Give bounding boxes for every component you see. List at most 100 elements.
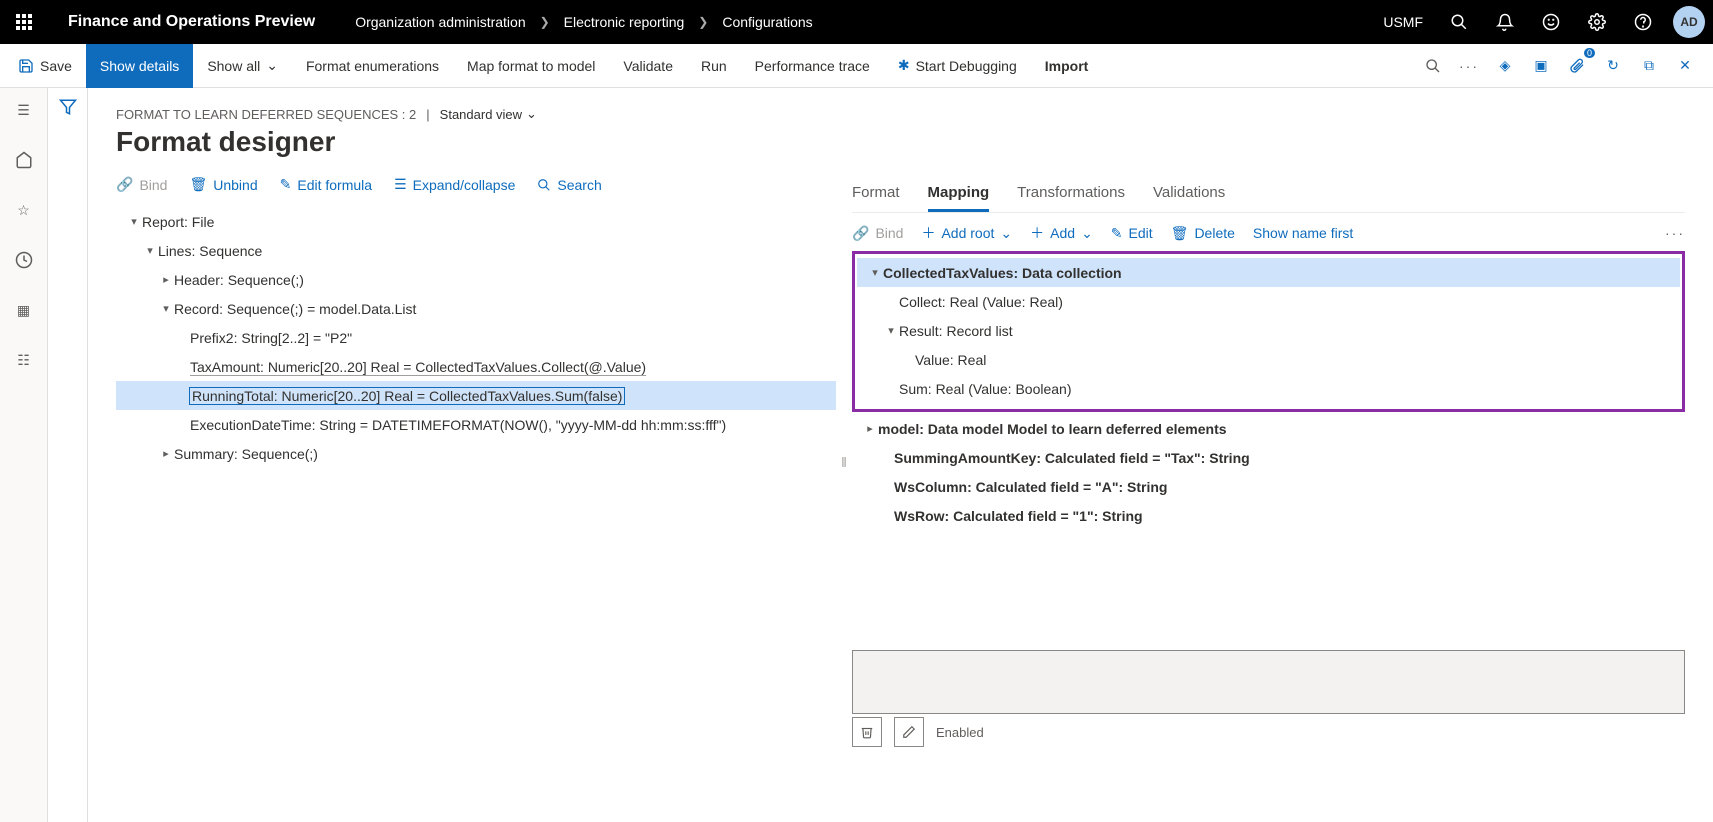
more-icon[interactable]: ··· <box>1453 50 1485 82</box>
view-selector[interactable]: Standard view ⌄ <box>440 106 537 122</box>
tree-node[interactable]: TaxAmount: Numeric[20..20] Real = Collec… <box>116 352 836 381</box>
bind-action: 🔗 Bind <box>116 176 167 193</box>
run-button[interactable]: Run <box>687 44 741 88</box>
caret-down-icon[interactable]: ▾ <box>158 302 174 315</box>
app-launcher-icon[interactable] <box>0 0 48 44</box>
search-action[interactable]: Search <box>537 176 601 193</box>
map-bind-action: 🔗 Bind <box>852 225 903 242</box>
tree-node[interactable]: ▾Lines: Sequence <box>116 236 836 265</box>
tab-format[interactable]: Format <box>852 176 900 212</box>
star-icon[interactable]: ☆ <box>8 194 40 226</box>
gear-icon[interactable] <box>1575 0 1619 44</box>
tab-transformations[interactable]: Transformations <box>1017 176 1125 212</box>
edit-action[interactable]: ✎ Edit <box>1111 225 1153 242</box>
formula-textarea[interactable] <box>852 650 1685 714</box>
page-meta: FORMAT TO LEARN DEFERRED SEQUENCES : 2 |… <box>116 106 1685 122</box>
breadcrumb-item[interactable]: Configurations <box>722 14 812 30</box>
bottom-panel: Enabled <box>852 650 1685 747</box>
caret-down-icon[interactable]: ▾ <box>126 215 142 228</box>
format-pane: 🔗 Bind 🗑 Unbind ✎ Edit formula ☰ Expand/… <box>116 176 836 747</box>
workspace-icon[interactable]: ▦ <box>8 294 40 326</box>
office-icon[interactable]: ▣ <box>1525 50 1557 82</box>
clock-icon[interactable] <box>8 244 40 276</box>
help-icon[interactable] <box>1621 0 1665 44</box>
company-label[interactable]: USMF <box>1371 14 1435 30</box>
tree-node[interactable]: Value: Real <box>857 345 1680 374</box>
caret-right-icon[interactable]: ▸ <box>862 422 878 435</box>
list-icon[interactable]: ☷ <box>8 344 40 376</box>
smile-icon[interactable] <box>1529 0 1573 44</box>
tree-node[interactable]: ▾Record: Sequence(;) = model.Data.List <box>116 294 836 323</box>
filter-icon[interactable] <box>59 98 77 822</box>
tree-node[interactable]: ▸model: Data model Model to learn deferr… <box>852 414 1685 443</box>
close-icon[interactable]: ✕ <box>1669 50 1701 82</box>
link-icon: 🔗 <box>852 225 869 242</box>
caret-right-icon[interactable]: ▸ <box>158 273 174 286</box>
search-icon[interactable] <box>1417 50 1449 82</box>
expand-collapse-action[interactable]: ☰ Expand/collapse <box>394 176 515 193</box>
chevron-right-icon: ❯ <box>698 15 708 29</box>
add-action[interactable]: ＋ Add ⌄ <box>1030 223 1093 243</box>
tree-node[interactable]: ▾Result: Record list <box>857 316 1680 345</box>
trash-icon: 🗑 <box>189 176 207 193</box>
mapping-tree: ▾CollectedTaxValues: Data collection Col… <box>852 251 1685 530</box>
refresh-icon[interactable]: ↻ <box>1597 50 1629 82</box>
edit-button[interactable] <box>894 717 924 747</box>
tree-node[interactable]: ▸Header: Sequence(;) <box>116 265 836 294</box>
breadcrumb-item[interactable]: Electronic reporting <box>564 14 685 30</box>
tree-node-selected[interactable]: RunningTotal: Numeric[20..20] Real = Col… <box>116 381 836 410</box>
map-format-button[interactable]: Map format to model <box>453 44 609 88</box>
search-icon <box>537 178 551 192</box>
bell-icon[interactable] <box>1483 0 1527 44</box>
tree-node[interactable]: Prefix2: String[2..2] = "P2" <box>116 323 836 352</box>
tree-node[interactable]: WsRow: Calculated field = "1": String <box>852 501 1685 530</box>
topbar-right: USMF AD <box>1371 0 1713 44</box>
tab-validations[interactable]: Validations <box>1153 176 1225 212</box>
validate-button[interactable]: Validate <box>609 44 687 88</box>
performance-trace-button[interactable]: Performance trace <box>741 44 884 88</box>
breadcrumb-item[interactable]: Organization administration <box>355 14 525 30</box>
start-debugging-button[interactable]: ✱ Start Debugging <box>884 44 1031 88</box>
highlighted-datasource-group: ▾CollectedTaxValues: Data collection Col… <box>852 251 1685 412</box>
enabled-label: Enabled <box>936 725 984 740</box>
main-content: FORMAT TO LEARN DEFERRED SEQUENCES : 2 |… <box>88 88 1713 822</box>
import-button[interactable]: Import <box>1031 44 1103 88</box>
avatar[interactable]: AD <box>1673 6 1705 38</box>
tree-node[interactable]: ▸Summary: Sequence(;) <box>116 439 836 468</box>
show-name-first-action[interactable]: Show name first <box>1253 225 1353 241</box>
more-icon[interactable]: ··· <box>1665 225 1685 241</box>
popout-icon[interactable]: ⧉ <box>1633 50 1665 82</box>
body-area: ☰ ☆ ▦ ☷ FORMAT TO LEARN DEFERRED SEQUENC… <box>0 88 1713 822</box>
tree-node[interactable]: Collect: Real (Value: Real) <box>857 287 1680 316</box>
caret-right-icon[interactable]: ▸ <box>158 447 174 460</box>
caret-down-icon[interactable]: ▾ <box>883 324 899 337</box>
hamburger-icon[interactable]: ☰ <box>8 94 40 126</box>
edit-formula-action[interactable]: ✎ Edit formula <box>280 176 372 193</box>
caret-down-icon[interactable]: ▾ <box>867 266 883 279</box>
pencil-icon: ✎ <box>1111 225 1123 242</box>
save-button[interactable]: Save <box>4 44 86 88</box>
delete-button[interactable] <box>852 717 882 747</box>
splitter[interactable]: ‖ <box>842 176 846 747</box>
tree-node[interactable]: ▾Report: File <box>116 207 836 236</box>
show-all-button[interactable]: Show all ⌄ <box>193 44 292 88</box>
add-root-action[interactable]: ＋ Add root ⌄ <box>921 223 1012 243</box>
diamond-icon[interactable]: ◈ <box>1489 50 1521 82</box>
tree-node[interactable]: SummingAmountKey: Calculated field = "Ta… <box>852 443 1685 472</box>
save-icon <box>18 58 34 74</box>
tree-node[interactable]: Sum: Real (Value: Boolean) <box>857 374 1680 403</box>
command-bar: Save Show details Show all ⌄ Format enum… <box>0 44 1713 88</box>
tree-node[interactable]: ExecutionDateTime: String = DATETIMEFORM… <box>116 410 836 439</box>
search-icon[interactable] <box>1437 0 1481 44</box>
home-icon[interactable] <box>8 144 40 176</box>
attachments-icon[interactable] <box>1561 50 1593 82</box>
delete-action[interactable]: 🗑 Delete <box>1171 225 1235 242</box>
tab-mapping[interactable]: Mapping <box>928 176 990 212</box>
show-details-button[interactable]: Show details <box>86 44 193 88</box>
breadcrumb: Organization administration ❯ Electronic… <box>335 14 812 30</box>
caret-down-icon[interactable]: ▾ <box>142 244 158 257</box>
tree-node[interactable]: WsColumn: Calculated field = "A": String <box>852 472 1685 501</box>
format-enumerations-button[interactable]: Format enumerations <box>292 44 453 88</box>
tree-node-selected[interactable]: ▾CollectedTaxValues: Data collection <box>857 258 1680 287</box>
unbind-action[interactable]: 🗑 Unbind <box>189 176 257 193</box>
